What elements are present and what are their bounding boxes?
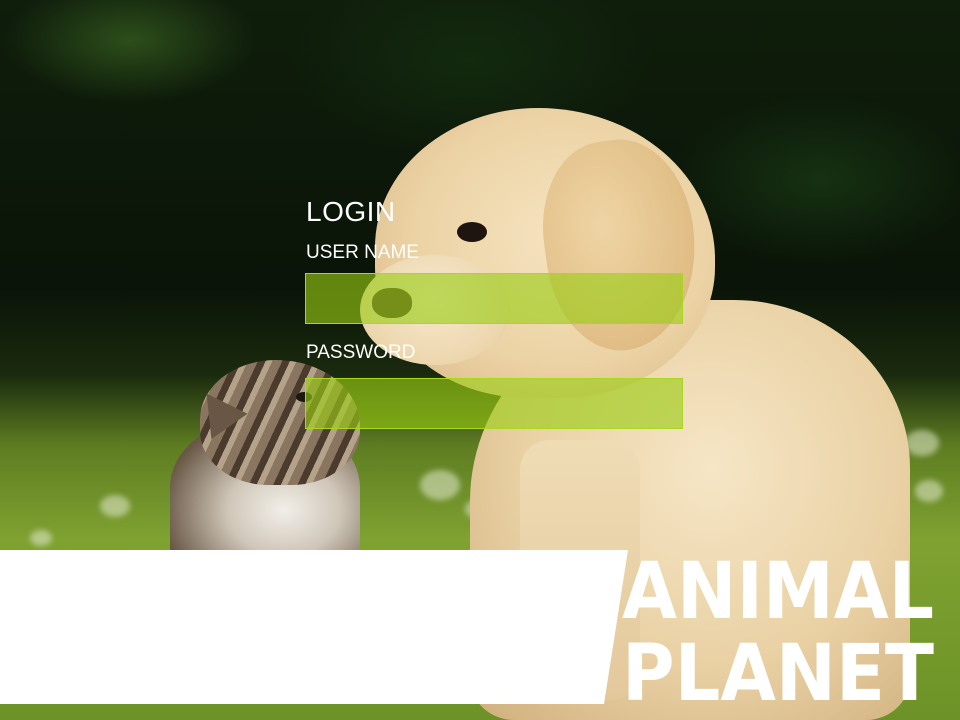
password-label: PASSWORD	[306, 342, 416, 363]
animal-planet-logo: ANIMAL PLANET	[620, 547, 940, 719]
bokeh-flower	[100, 495, 130, 517]
puppy-eye	[457, 222, 487, 242]
username-field[interactable]	[305, 273, 683, 324]
trademark-mark: ™	[924, 612, 931, 619]
footer-band-shape	[0, 550, 628, 704]
bokeh-flower	[915, 480, 943, 502]
login-title: LOGIN	[306, 196, 396, 227]
bokeh-flower	[905, 430, 939, 456]
logo-top-text: ANIMAL	[622, 548, 934, 637]
username-label: USER NAME	[306, 242, 419, 263]
bokeh-flower	[420, 470, 460, 500]
bokeh-flower	[30, 530, 52, 546]
logo-bottom-text: PLANET	[622, 629, 934, 706]
password-field[interactable]	[305, 378, 683, 429]
